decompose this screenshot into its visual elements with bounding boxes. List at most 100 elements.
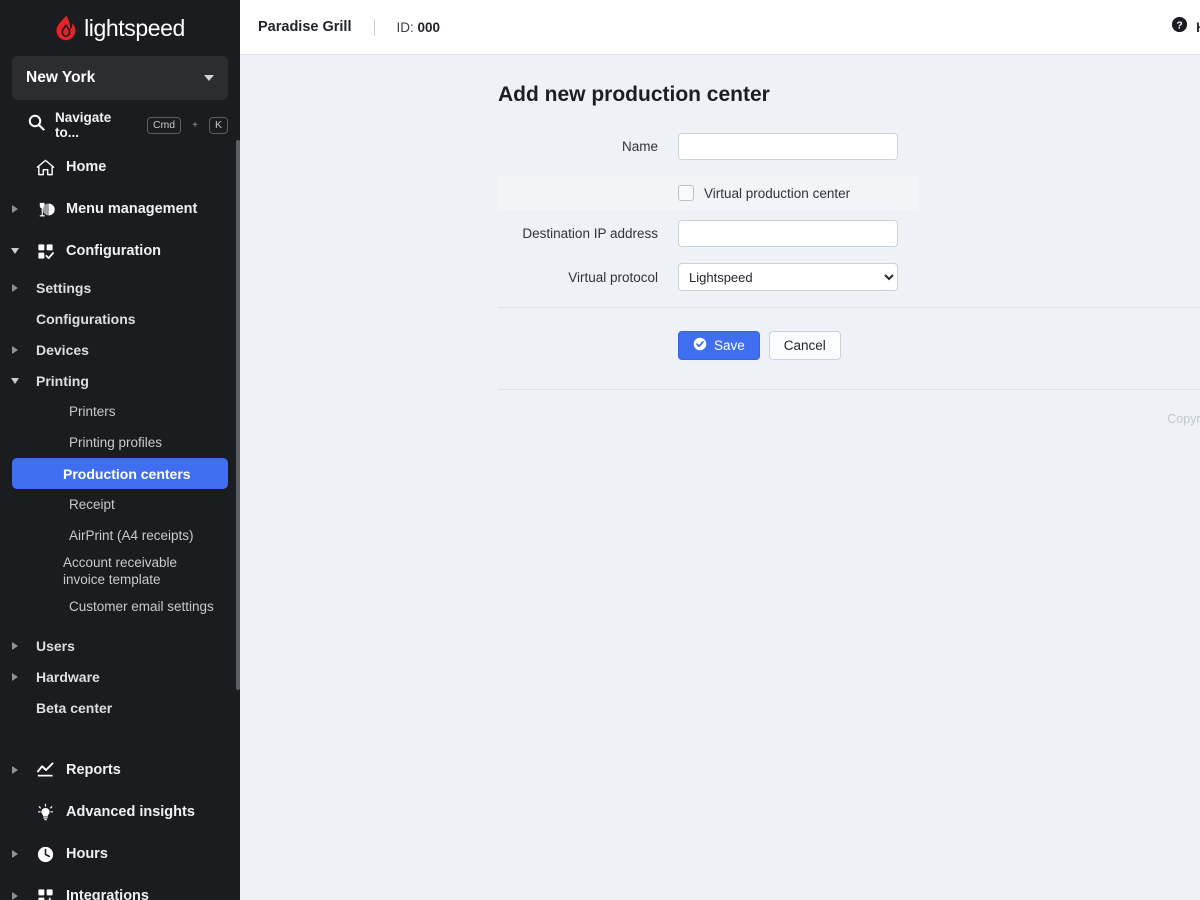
cancel-button[interactable]: Cancel	[768, 331, 841, 360]
sidebar-item-label: Advanced insights	[66, 804, 195, 820]
svg-text:?: ?	[1176, 20, 1182, 31]
search-icon	[28, 114, 45, 136]
sidebar-item-menu-management[interactable]: Menu management	[0, 188, 240, 230]
navigate-to-search[interactable]: Navigate to... Cmd + K	[0, 104, 240, 146]
sidebar-nav-list: Home Menu management Configuration Setti…	[0, 146, 240, 900]
sidebar-item-label: Home	[66, 159, 107, 175]
name-input[interactable]	[678, 133, 898, 160]
expand-arrow-slot[interactable]	[0, 248, 30, 254]
sidebar-item-printers[interactable]: Printers	[0, 396, 240, 427]
main-area: Paradise Grill ID: 000 ? Help	[240, 0, 1200, 900]
sidebar-item-label: Receipt	[69, 497, 115, 512]
sidebar-item-settings[interactable]: Settings	[0, 272, 240, 303]
sidebar-item-configurations[interactable]: Configurations	[0, 303, 240, 334]
sidebar-item-label: Production centers	[63, 465, 191, 482]
virtual-protocol-select[interactable]: Lightspeed	[678, 263, 898, 291]
sidebar-item-label: Printers	[69, 404, 116, 419]
sidebar-item-account-receivable-invoice-template[interactable]: Account receivable invoice template	[0, 551, 230, 591]
sidebar-item-label: Hours	[66, 846, 108, 862]
topbar-venue-title: Paradise Grill	[258, 19, 352, 35]
help-label: Help	[1196, 19, 1200, 35]
topbar-actions: ? Help A English Use	[1171, 13, 1200, 41]
lightbulb-icon	[30, 803, 60, 822]
check-circle-icon	[693, 337, 707, 354]
brand-logo[interactable]: lightspeed	[0, 0, 240, 52]
sidebar-item-label: Beta center	[36, 699, 113, 716]
chevron-right-icon	[12, 641, 18, 650]
chevron-right-icon	[12, 345, 18, 354]
expand-arrow-slot[interactable]	[0, 377, 30, 384]
sidebar-item-configuration[interactable]: Configuration	[0, 230, 240, 272]
chevron-right-icon	[12, 766, 18, 774]
destination-ip-input[interactable]	[678, 220, 898, 247]
sidebar: lightspeed New York Navigate to... Cmd +…	[0, 0, 240, 900]
virtual-protocol-label: Virtual protocol	[568, 269, 658, 285]
expand-arrow-slot[interactable]	[0, 892, 30, 900]
chevron-right-icon	[12, 892, 18, 900]
copyright-text: Copyright 2024 Lightspeed Restaurant K S…	[1167, 412, 1200, 426]
shortcut-plus: +	[192, 119, 198, 131]
sidebar-item-hours[interactable]: Hours	[0, 833, 240, 875]
sidebar-item-label: Configuration	[66, 243, 162, 259]
sidebar-item-label: Printing profiles	[69, 435, 163, 450]
help-circle-icon: ?	[1171, 16, 1188, 38]
expand-arrow-slot[interactable]	[0, 641, 30, 650]
sidebar-item-reports[interactable]: Reports	[0, 749, 240, 791]
sidebar-item-hardware[interactable]: Hardware	[0, 661, 240, 692]
sidebar-item-label: Menu management	[66, 201, 198, 217]
shortcut-key-cmd: Cmd	[146, 116, 182, 134]
virtual-production-center-label[interactable]: Virtual production center	[704, 186, 850, 201]
sidebar-item-devices[interactable]: Devices	[0, 334, 240, 365]
chevron-down-icon	[11, 377, 19, 384]
name-label: Name	[621, 139, 658, 154]
page-title: Add new production center	[498, 83, 770, 106]
topbar-venue-id: ID: 000	[397, 20, 441, 35]
sidebar-item-printing-profiles[interactable]: Printing profiles	[0, 427, 240, 458]
expand-arrow-slot[interactable]	[0, 766, 30, 774]
venue-id-label: ID:	[396, 19, 414, 35]
field-row-virtual-production-center: Virtual production center	[498, 176, 918, 210]
save-button-label: Save	[714, 338, 745, 353]
save-button[interactable]: Save	[678, 331, 760, 360]
production-center-form: Name Virtual production center Destinati…	[240, 133, 1200, 291]
venue-selector[interactable]: New York	[12, 56, 228, 100]
reports-chart-icon	[30, 761, 60, 780]
brand-name: lightspeed	[84, 14, 185, 41]
sidebar-item-advanced-insights[interactable]: Advanced insights	[0, 791, 240, 833]
integrations-grid-plus-icon	[30, 887, 60, 900]
virtual-production-center-checkbox[interactable]	[678, 185, 694, 201]
destination-ip-label: Destination IP address	[522, 226, 658, 241]
expand-arrow-slot[interactable]	[0, 672, 30, 681]
sidebar-item-label: AirPrint (A4 receipts)	[69, 528, 194, 543]
sidebar-item-label: Printing	[36, 372, 89, 389]
expand-arrow-slot[interactable]	[0, 205, 30, 213]
chevron-right-icon	[12, 850, 18, 858]
sidebar-item-label: Configurations	[36, 310, 136, 327]
sidebar-item-home[interactable]: Home	[0, 146, 240, 188]
help-button[interactable]: ? Help	[1171, 16, 1200, 38]
sidebar-item-printing[interactable]: Printing	[0, 365, 240, 396]
sidebar-item-production-centers[interactable]: Production centers	[12, 458, 228, 489]
expand-arrow-slot[interactable]	[0, 345, 30, 354]
chevron-right-icon	[12, 672, 18, 681]
lightspeed-flame-icon	[55, 15, 77, 41]
shortcut-key-k: K	[208, 116, 228, 134]
topbar: Paradise Grill ID: 000 ? Help	[240, 0, 1200, 55]
sidebar-item-integrations[interactable]: Integrations	[0, 875, 240, 900]
sidebar-item-label: Users	[36, 637, 75, 654]
home-icon	[30, 158, 60, 177]
sidebar-item-label: Settings	[36, 279, 92, 296]
expand-arrow-slot[interactable]	[0, 850, 30, 858]
sidebar-item-users[interactable]: Users	[0, 630, 240, 661]
sidebar-item-customer-email-settings[interactable]: Customer email settings	[0, 591, 240, 622]
chevron-right-icon	[12, 205, 18, 213]
sidebar-item-beta-center[interactable]: Beta center	[0, 692, 240, 723]
sidebar-item-label: Integrations	[66, 888, 149, 900]
chevron-down-icon	[11, 248, 19, 254]
sidebar-item-label: Devices	[36, 341, 89, 358]
sidebar-item-airprint[interactable]: AirPrint (A4 receipts)	[0, 520, 240, 551]
sidebar-item-label: Account receivable invoice template	[63, 555, 178, 587]
expand-arrow-slot[interactable]	[0, 283, 30, 292]
sidebar-item-receipt[interactable]: Receipt	[0, 489, 240, 520]
sidebar-item-label: Reports	[66, 762, 121, 778]
